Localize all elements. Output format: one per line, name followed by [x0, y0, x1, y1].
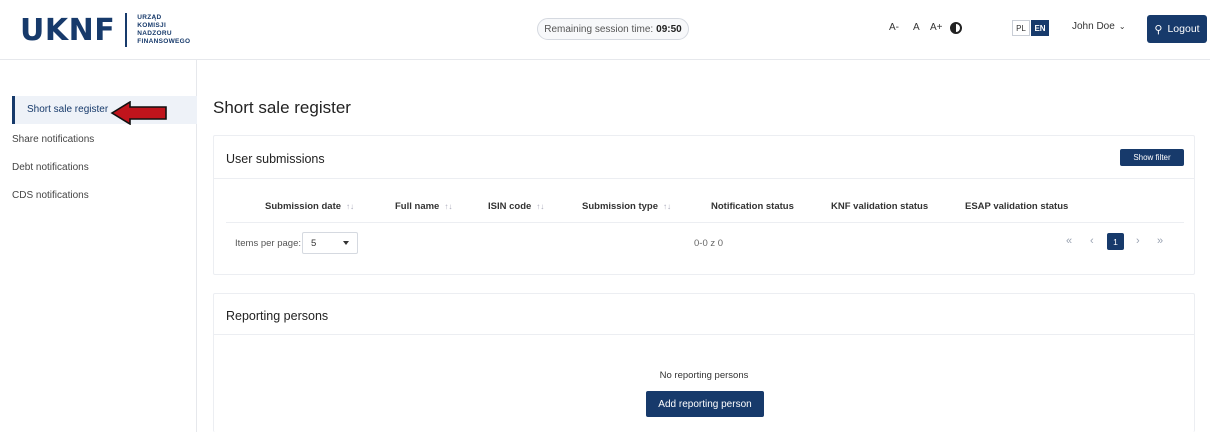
- lang-pl-button[interactable]: PL: [1012, 20, 1030, 36]
- logo-divider: [125, 13, 128, 47]
- pagination-range: 0-0 z 0: [694, 238, 724, 249]
- logout-icon: ⚲: [1154, 23, 1163, 36]
- card-divider: [214, 178, 1194, 179]
- user-name: John Doe: [1072, 21, 1115, 32]
- logo-line: URZĄD: [137, 14, 162, 21]
- column-header-isin-code[interactable]: ISIN code ↑↓: [488, 201, 544, 212]
- column-header-full-name[interactable]: Full name ↑↓: [395, 201, 452, 212]
- table-divider: [226, 222, 1184, 223]
- column-header-knf-validation-status: KNF validation status: [831, 201, 929, 212]
- annotation-arrow-icon: [110, 101, 167, 125]
- items-per-page-label: Items per page:: [235, 238, 302, 249]
- items-per-page-select[interactable]: 5: [302, 232, 358, 254]
- sidebar-item-debt-notifications[interactable]: Debt notifications: [12, 162, 89, 173]
- items-per-page-value: 5: [311, 237, 317, 249]
- show-filter-button[interactable]: Show filter: [1120, 149, 1184, 166]
- session-time: 09:50: [656, 23, 682, 35]
- reporting-persons-card: Reporting persons No reporting persons A…: [213, 293, 1195, 432]
- sort-icon: ↑↓: [663, 202, 672, 211]
- sort-icon: ↑↓: [536, 202, 545, 211]
- first-page-icon[interactable]: «: [1066, 235, 1072, 247]
- user-menu[interactable]: John Doe ⌄: [1072, 21, 1126, 32]
- page-title: Short sale register: [213, 98, 351, 117]
- logo-line: NADZORU: [137, 30, 172, 37]
- next-page-icon[interactable]: ›: [1136, 235, 1140, 247]
- user-submissions-card: User submissions Show filter Submission …: [213, 135, 1195, 275]
- column-label: Full name: [395, 201, 440, 212]
- column-header-esap-validation-status: ESAP validation status: [965, 201, 1069, 212]
- sort-icon: ↑↓: [346, 202, 355, 211]
- last-page-icon[interactable]: »: [1157, 235, 1163, 247]
- logout-label: Logout: [1167, 23, 1200, 35]
- font-normal-button[interactable]: A: [913, 22, 920, 33]
- column-label: ISIN code: [488, 201, 532, 212]
- page-number-button[interactable]: 1: [1107, 233, 1124, 250]
- column-header-notification-status: Notification status: [711, 201, 794, 212]
- prev-page-icon[interactable]: ‹: [1090, 235, 1094, 247]
- contrast-icon[interactable]: [950, 22, 962, 34]
- uknf-logo[interactable]: UKNF URZĄD KOMISJI NADZORU FINANSOWEGO: [20, 8, 190, 52]
- caret-down-icon: [343, 241, 349, 245]
- logo-wordmark: UKNF: [20, 12, 116, 48]
- logo-line: FINANSOWEGO: [137, 38, 191, 45]
- session-timer: Remaining session time: 09:50: [537, 18, 689, 40]
- reporting-persons-title: Reporting persons: [226, 309, 329, 323]
- font-decrease-button[interactable]: A-: [889, 22, 899, 33]
- logo-line: KOMISJI: [137, 22, 167, 29]
- column-label: Submission type: [582, 201, 659, 212]
- sort-icon: ↑↓: [444, 202, 453, 211]
- add-reporting-person-button[interactable]: Add reporting person: [646, 391, 764, 417]
- logout-button[interactable]: ⚲ Logout: [1147, 15, 1207, 43]
- chevron-down-icon: ⌄: [1118, 22, 1126, 31]
- column-header-submission-type[interactable]: Submission type ↑↓: [582, 201, 671, 212]
- logo-subtitle: URZĄD KOMISJI NADZORU FINANSOWEGO: [137, 14, 190, 46]
- lang-en-button[interactable]: EN: [1031, 20, 1049, 36]
- card-divider: [214, 334, 1194, 335]
- app-header: UKNF URZĄD KOMISJI NADZORU FINANSOWEGO R…: [0, 0, 1210, 60]
- column-header-submission-date[interactable]: Submission date ↑↓: [265, 201, 354, 212]
- user-submissions-title: User submissions: [226, 152, 325, 166]
- session-label: Remaining session time:: [544, 23, 654, 35]
- sidebar-item-share-notifications[interactable]: Share notifications: [12, 134, 94, 145]
- column-label: Submission date: [265, 201, 342, 212]
- sidebar-item-short-sale-register[interactable]: Short sale register: [12, 96, 197, 124]
- sidebar-item-cds-notifications[interactable]: CDS notifications: [12, 190, 89, 201]
- empty-state-text: No reporting persons: [659, 370, 749, 381]
- font-increase-button[interactable]: A+: [930, 22, 943, 33]
